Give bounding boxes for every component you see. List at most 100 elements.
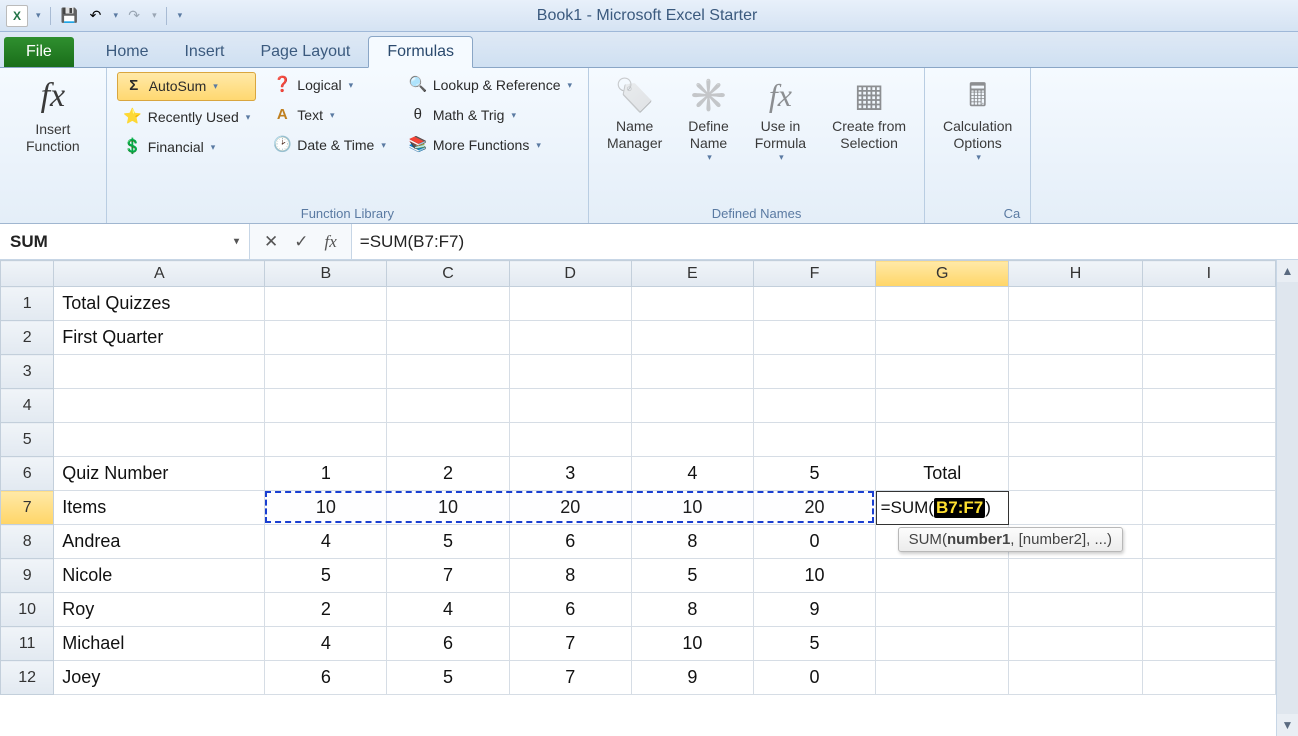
date-time-button[interactable]: 🕑 Date & Time ▾ — [266, 132, 392, 159]
cell-D4[interactable] — [509, 389, 631, 423]
cell-E4[interactable] — [631, 389, 753, 423]
row-header-9[interactable]: 9 — [1, 559, 54, 593]
cell-A5[interactable] — [54, 423, 265, 457]
cell-F1[interactable] — [753, 287, 875, 321]
cell-B5[interactable] — [265, 423, 387, 457]
use-in-formula-button[interactable]: fx Use in Formula ▾ — [747, 72, 814, 167]
cell-A6[interactable]: Quiz Number — [54, 457, 265, 491]
scroll-down-icon[interactable]: ▼ — [1277, 714, 1298, 736]
cell-F10[interactable]: 9 — [753, 593, 875, 627]
cell-D7[interactable]: 20 — [509, 491, 631, 525]
cell-E2[interactable] — [631, 321, 753, 355]
cell-E9[interactable]: 5 — [631, 559, 753, 593]
recently-used-caret-icon[interactable]: ▾ — [246, 111, 251, 125]
column-header-B[interactable]: B — [265, 261, 387, 287]
cell-E6[interactable]: 4 — [631, 457, 753, 491]
cell-D5[interactable] — [509, 423, 631, 457]
column-header-A[interactable]: A — [54, 261, 265, 287]
table-row[interactable]: 11Michael467105 — [1, 627, 1276, 661]
cell-A4[interactable] — [54, 389, 265, 423]
cell-I10[interactable] — [1142, 593, 1275, 627]
column-header-H[interactable]: H — [1009, 261, 1142, 287]
cell-G4[interactable] — [876, 389, 1009, 423]
cell-A1[interactable]: Total Quizzes — [54, 287, 265, 321]
cell-H10[interactable] — [1009, 593, 1142, 627]
cell-B11[interactable]: 4 — [265, 627, 387, 661]
row-header-12[interactable]: 12 — [1, 661, 54, 695]
cell-G1[interactable] — [876, 287, 1009, 321]
cell-D12[interactable]: 7 — [509, 661, 631, 695]
column-header-G[interactable]: G — [876, 261, 1009, 287]
column-header-I[interactable]: I — [1142, 261, 1275, 287]
cell-E5[interactable] — [631, 423, 753, 457]
cell-I1[interactable] — [1142, 287, 1275, 321]
cell-H5[interactable] — [1009, 423, 1142, 457]
cell-B9[interactable]: 5 — [265, 559, 387, 593]
redo-caret-icon[interactable]: ▾ — [152, 10, 157, 21]
file-tab[interactable]: File — [4, 37, 74, 67]
text-caret-icon[interactable]: ▾ — [330, 109, 335, 123]
cell-F11[interactable]: 5 — [753, 627, 875, 661]
column-header-C[interactable]: C — [387, 261, 509, 287]
grid-body[interactable]: ABCDEFGHI 1Total Quizzes2First Quarter34… — [0, 260, 1276, 736]
column-header-F[interactable]: F — [753, 261, 875, 287]
cell-B6[interactable]: 1 — [265, 457, 387, 491]
cell-D1[interactable] — [509, 287, 631, 321]
calc-caret-icon[interactable]: ▾ — [976, 152, 981, 163]
cell-G12[interactable] — [876, 661, 1009, 695]
table-row[interactable]: 2First Quarter — [1, 321, 1276, 355]
financial-caret-icon[interactable]: ▾ — [211, 141, 216, 155]
save-icon[interactable]: 💾 — [60, 6, 80, 26]
name-box-caret-icon[interactable]: ▾ — [234, 236, 239, 247]
row-header-4[interactable]: 4 — [1, 389, 54, 423]
vertical-scrollbar[interactable]: ▲ ▼ — [1276, 260, 1298, 736]
scroll-up-icon[interactable]: ▲ — [1277, 260, 1298, 282]
cell-C1[interactable] — [387, 287, 509, 321]
table-row[interactable]: 9Nicole578510 — [1, 559, 1276, 593]
cell-I6[interactable] — [1142, 457, 1275, 491]
autosum-caret-icon[interactable]: ▾ — [213, 80, 218, 94]
enter-icon[interactable]: ✓ — [290, 230, 312, 254]
cell-F9[interactable]: 10 — [753, 559, 875, 593]
cell-B4[interactable] — [265, 389, 387, 423]
tab-formulas[interactable]: Formulas — [368, 36, 473, 68]
cell-B3[interactable] — [265, 355, 387, 389]
cell-C3[interactable] — [387, 355, 509, 389]
tab-home[interactable]: Home — [88, 37, 167, 67]
define-name-button[interactable]: ✳️ Define Name ▾ — [680, 72, 736, 167]
cell-E10[interactable]: 8 — [631, 593, 753, 627]
cell-F7[interactable]: 20 — [753, 491, 875, 525]
insert-function-button[interactable]: fx Insert Function — [18, 72, 88, 158]
cell-F4[interactable] — [753, 389, 875, 423]
name-box[interactable]: SUM ▾ — [0, 224, 250, 259]
cell-B10[interactable]: 2 — [265, 593, 387, 627]
cell-E8[interactable]: 8 — [631, 525, 753, 559]
cell-C7[interactable]: 10 — [387, 491, 509, 525]
tab-page-layout[interactable]: Page Layout — [242, 37, 368, 67]
cell-C9[interactable]: 7 — [387, 559, 509, 593]
cell-A8[interactable]: Andrea — [54, 525, 265, 559]
redo-icon[interactable]: ↷ — [124, 6, 144, 26]
qat-logo-caret-icon[interactable]: ▾ — [36, 10, 41, 21]
cell-C10[interactable]: 4 — [387, 593, 509, 627]
cancel-icon[interactable]: ✕ — [260, 230, 282, 254]
logical-caret-icon[interactable]: ▾ — [349, 79, 354, 93]
create-from-selection-button[interactable]: ▦ Create from Selection — [824, 72, 914, 156]
cell-H1[interactable] — [1009, 287, 1142, 321]
row-header-6[interactable]: 6 — [1, 457, 54, 491]
cell-C4[interactable] — [387, 389, 509, 423]
name-manager-button[interactable]: 🏷️ Name Manager — [599, 72, 670, 156]
cell-H12[interactable] — [1009, 661, 1142, 695]
cell-B12[interactable]: 6 — [265, 661, 387, 695]
more-functions-caret-icon[interactable]: ▾ — [536, 139, 541, 153]
cell-B7[interactable]: 10 — [265, 491, 387, 525]
active-cell-formula-overlay[interactable]: =SUM(B7:F7) — [876, 491, 1009, 525]
cell-D9[interactable]: 8 — [509, 559, 631, 593]
cell-C2[interactable] — [387, 321, 509, 355]
cell-I4[interactable] — [1142, 389, 1275, 423]
row-header-2[interactable]: 2 — [1, 321, 54, 355]
financial-button[interactable]: 💲 Financial ▾ — [117, 134, 257, 161]
cell-B2[interactable] — [265, 321, 387, 355]
undo-icon[interactable]: ↶ — [86, 6, 106, 26]
cell-E7[interactable]: 10 — [631, 491, 753, 525]
